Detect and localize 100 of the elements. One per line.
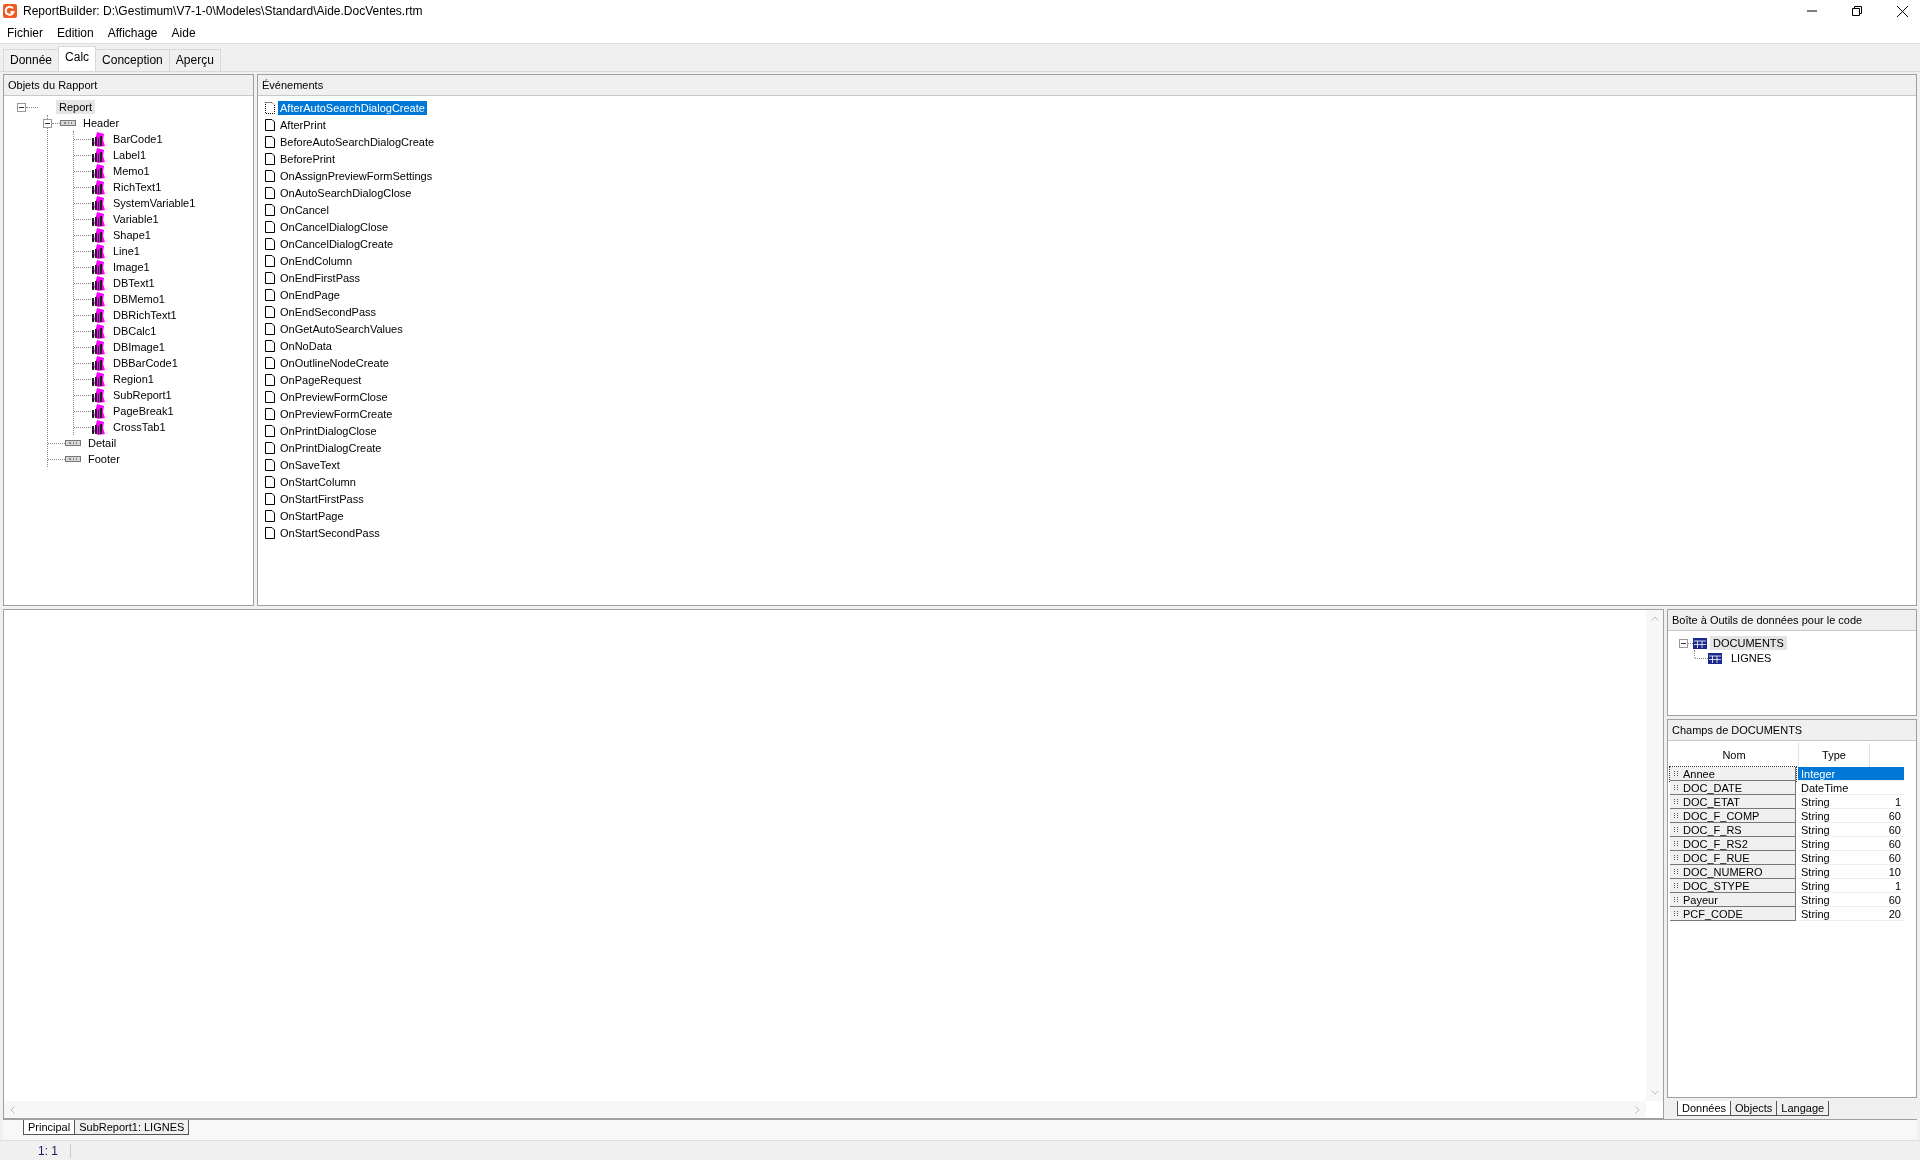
drag-handle-icon[interactable] xyxy=(1673,896,1679,903)
document-icon xyxy=(265,526,275,539)
field-name-cell[interactable]: DOC_DATE xyxy=(1670,781,1796,795)
field-name-cell[interactable]: Payeur xyxy=(1670,893,1796,907)
event-item[interactable]: OnAutoSearchDialogClose xyxy=(278,185,414,200)
event-item[interactable]: OnStartSecondPass xyxy=(278,525,382,540)
event-item[interactable]: OnStartPage xyxy=(278,508,346,523)
event-item[interactable]: OnAssignPreviewFormSettings xyxy=(278,168,435,183)
drag-handle-icon[interactable] xyxy=(1673,798,1679,805)
collapse-icon[interactable] xyxy=(1679,638,1688,648)
tab[interactable]: Donnée xyxy=(3,49,60,71)
field-name-cell[interactable]: Annee xyxy=(1670,767,1796,781)
event-item[interactable]: AfterAutoSearchDialogCreate xyxy=(278,100,427,115)
drag-handle-icon[interactable] xyxy=(1673,812,1679,819)
drag-handle-icon[interactable] xyxy=(1673,784,1679,791)
field-name-cell[interactable]: DOC_ETAT xyxy=(1670,795,1796,809)
drag-handle-icon[interactable] xyxy=(1673,868,1679,875)
field-name-cell[interactable]: DOC_F_COMP xyxy=(1670,809,1796,823)
event-item[interactable]: OnNoData xyxy=(278,338,334,353)
drag-handle-icon[interactable] xyxy=(1673,854,1679,861)
tree-item[interactable]: DBBarCode1 xyxy=(110,356,181,370)
close-icon[interactable] xyxy=(1897,5,1908,17)
event-item[interactable]: AfterPrint xyxy=(278,117,328,132)
tree-item[interactable]: RichText1 xyxy=(110,180,165,194)
menu-item[interactable]: Aide xyxy=(171,25,196,40)
event-item[interactable]: OnStartColumn xyxy=(278,474,358,489)
document-icon xyxy=(265,424,275,437)
event-item[interactable]: OnOutlineNodeCreate xyxy=(278,355,391,370)
tree-item[interactable]: Detail xyxy=(85,436,120,450)
drag-handle-icon[interactable] xyxy=(1673,910,1679,917)
table-cell: String xyxy=(1798,907,1868,921)
event-item[interactable]: OnCancelDialogClose xyxy=(278,219,391,234)
table-cell xyxy=(1868,767,1904,781)
tab[interactable]: Langage xyxy=(1776,1101,1830,1116)
tree-item[interactable]: Report xyxy=(56,100,96,114)
band-icon xyxy=(65,440,81,446)
tree-item[interactable]: LIGNES xyxy=(1728,651,1775,665)
tree-item[interactable]: DBMemo1 xyxy=(110,292,168,306)
drag-handle-icon[interactable] xyxy=(1673,882,1679,889)
tree-item[interactable]: Shape1 xyxy=(110,228,154,242)
event-item[interactable]: OnGetAutoSearchValues xyxy=(278,321,405,336)
tab[interactable]: SubReport1: LIGNES xyxy=(74,1120,190,1135)
tab[interactable]: Données xyxy=(1677,1101,1732,1116)
tree-item[interactable]: DOCUMENTS xyxy=(1710,636,1787,650)
field-name-cell[interactable]: DOC_F_RUE xyxy=(1670,851,1796,865)
tab[interactable]: Principal xyxy=(23,1120,76,1135)
event-item[interactable]: OnPrintDialogCreate xyxy=(278,440,384,455)
tree-item[interactable]: Line1 xyxy=(110,244,143,258)
event-item[interactable]: OnEndFirstPass xyxy=(278,270,363,285)
collapse-icon[interactable] xyxy=(43,118,52,128)
field-name-cell[interactable]: PCF_CODE xyxy=(1670,907,1796,921)
tab[interactable]: Calc xyxy=(58,46,97,71)
menu-item[interactable]: Edition xyxy=(57,25,94,40)
event-item[interactable]: BeforePrint xyxy=(278,151,338,166)
restore-icon[interactable] xyxy=(1852,6,1862,16)
tree-item[interactable]: Header xyxy=(80,116,123,130)
event-item[interactable]: OnEndSecondPass xyxy=(278,304,378,319)
tab[interactable]: Objects xyxy=(1730,1101,1778,1116)
drag-handle-icon[interactable] xyxy=(1673,770,1679,777)
tree-item[interactable]: SystemVariable1 xyxy=(110,196,199,210)
event-item[interactable]: OnCancel xyxy=(278,202,331,217)
document-icon xyxy=(265,492,275,505)
event-item[interactable]: OnCancelDialogCreate xyxy=(278,236,396,251)
event-item[interactable]: OnEndColumn xyxy=(278,253,355,268)
document-icon xyxy=(265,509,275,522)
event-item[interactable]: BeforeAutoSearchDialogCreate xyxy=(278,134,437,149)
tree-item[interactable]: DBCalc1 xyxy=(110,324,160,338)
drag-handle-icon[interactable] xyxy=(1673,826,1679,833)
tree-item[interactable]: DBText1 xyxy=(110,276,158,290)
event-item[interactable]: OnPreviewFormCreate xyxy=(278,406,395,421)
tree-item[interactable]: Memo1 xyxy=(110,164,153,178)
tab[interactable]: Aperçu xyxy=(168,49,221,71)
tree-item[interactable]: Label1 xyxy=(110,148,150,162)
table-cell: String xyxy=(1798,851,1868,865)
tree-item[interactable]: Region1 xyxy=(110,372,157,386)
table-icon xyxy=(1708,652,1722,664)
menu-item[interactable]: Affichage xyxy=(107,25,158,40)
tree-item[interactable]: CrossTab1 xyxy=(110,420,169,434)
document-icon xyxy=(265,152,275,165)
field-name-cell[interactable]: DOC_STYPE xyxy=(1670,879,1796,893)
tree-item[interactable]: PageBreak1 xyxy=(110,404,177,418)
event-item[interactable]: OnStartFirstPass xyxy=(278,491,366,506)
collapse-icon[interactable] xyxy=(17,102,26,112)
field-name-cell[interactable]: DOC_F_RS xyxy=(1670,823,1796,837)
tree-item[interactable]: Variable1 xyxy=(110,212,162,226)
tree-item[interactable]: DBRichText1 xyxy=(110,308,180,322)
drag-handle-icon[interactable] xyxy=(1673,840,1679,847)
tree-item[interactable]: BarCode1 xyxy=(110,132,166,146)
event-item[interactable]: OnEndPage xyxy=(278,287,342,302)
event-item[interactable]: OnPageRequest xyxy=(278,372,364,387)
tree-item[interactable]: DBImage1 xyxy=(110,340,168,354)
event-item[interactable]: OnSaveText xyxy=(278,457,342,472)
field-name-cell[interactable]: DOC_F_RS2 xyxy=(1670,837,1796,851)
event-item[interactable]: OnPreviewFormClose xyxy=(278,389,390,404)
event-item[interactable]: OnPrintDialogClose xyxy=(278,423,379,438)
menu-item[interactable]: Fichier xyxy=(7,25,43,40)
tree-item[interactable]: Footer xyxy=(85,452,123,466)
tree-item[interactable]: SubReport1 xyxy=(110,388,175,402)
tree-item[interactable]: Image1 xyxy=(110,260,153,274)
field-name-cell[interactable]: DOC_NUMERO xyxy=(1670,865,1796,879)
